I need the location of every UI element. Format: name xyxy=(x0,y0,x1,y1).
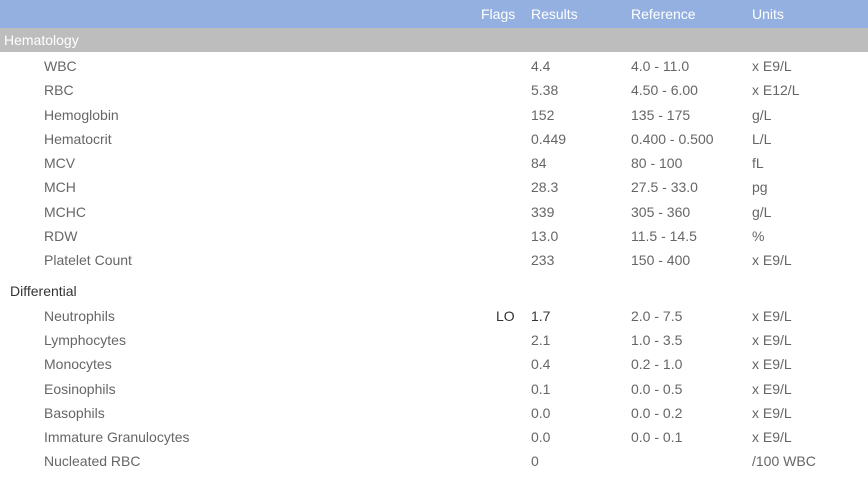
header-reference: Reference xyxy=(631,6,696,22)
result-value: 0.4 xyxy=(531,356,551,373)
header-units: Units xyxy=(752,6,784,22)
table-row: Lymphocytes 2.1 1.0 - 3.5 x E9/L xyxy=(0,333,868,357)
unit-value: x E9/L xyxy=(752,356,792,373)
test-name: Nucleated RBC xyxy=(44,453,141,470)
unit-value: g/L xyxy=(752,106,772,123)
result-value: 5.38 xyxy=(531,82,559,99)
reference-range: 4.0 - 11.0 xyxy=(631,58,690,74)
unit-value: x E9/L xyxy=(752,308,792,324)
reference-range: 27.5 - 33.0 xyxy=(631,179,698,196)
reference-range: 1.0 - 3.5 xyxy=(631,332,683,349)
unit-value: L/L xyxy=(752,130,772,147)
unit-value: x E9/L xyxy=(752,58,792,74)
result-value: 0.0 xyxy=(531,429,551,445)
table-row: Hematocrit 0.449 0.400 - 0.500 L/L xyxy=(0,132,868,156)
reference-range: 135 - 175 xyxy=(631,106,691,123)
result-value: 1.7 xyxy=(531,308,551,324)
table-row: Platelet Count 233 150 - 400 x E9/L xyxy=(0,253,868,277)
unit-value: x E9/L xyxy=(752,429,792,445)
reference-range: 80 - 100 xyxy=(631,155,683,171)
test-name: MCH xyxy=(44,179,76,196)
test-name: Basophils xyxy=(44,404,105,421)
reference-range: 305 - 360 xyxy=(631,203,691,220)
section-hematology: Hematology xyxy=(0,28,868,52)
test-name: MCV xyxy=(44,155,76,171)
table-row: RBC 5.38 4.50 - 6.00 x E12/L xyxy=(0,83,868,107)
result-value: 84 xyxy=(531,155,547,171)
table-row: Immature Granulocytes 0.0 0.0 - 0.1 x E9/L xyxy=(0,430,868,454)
reference-range: 0.0 - 0.2 xyxy=(631,404,683,421)
unit-value: /100 WBC xyxy=(752,453,816,470)
table-row: MCHC 339 305 - 360 g/L xyxy=(0,205,868,229)
test-name: Eosinophils xyxy=(44,380,116,397)
table-row: Eosinophils 0.1 0.0 - 0.5 x E9/L xyxy=(0,382,868,406)
test-name: RDW xyxy=(44,227,78,244)
table-row: MCV 84 80 - 100 fL xyxy=(0,156,868,180)
table-row: RDW 13.0 11.5 - 14.5% xyxy=(0,229,868,253)
table-row: Basophils 0.0 0.0 - 0.2 x E9/L xyxy=(0,406,868,430)
unit-value: fL xyxy=(752,155,764,171)
table-header: Flags Results Reference Units xyxy=(0,0,868,28)
result-value: 4.4 xyxy=(531,58,551,74)
test-name: RBC xyxy=(44,82,74,99)
unit-value: x E9/L xyxy=(752,252,792,268)
reference-range: 150 - 400 xyxy=(631,252,691,268)
test-name: Hematocrit xyxy=(44,130,112,147)
table-row: Monocytes 0.4 0.2 - 1.0 x E9/L xyxy=(0,357,868,381)
table-row: Neutrophils LO 1.7 2.0 - 7.5 x E9/L xyxy=(0,309,868,333)
reference-range: 2.0 - 7.5 xyxy=(631,308,683,324)
reference-range: 11.5 - 14.5 xyxy=(631,227,697,244)
unit-value: x E9/L xyxy=(752,404,792,421)
unit-value: x E9/L xyxy=(752,332,792,349)
result-value: 339 xyxy=(531,203,555,220)
flag-value: LO xyxy=(496,308,515,324)
result-value: 0.449 xyxy=(531,130,567,147)
reference-range: 0.400 - 0.500 xyxy=(631,130,714,147)
unit-value: g/L xyxy=(752,203,772,220)
header-results: Results xyxy=(531,6,578,22)
test-name: MCHC xyxy=(44,203,86,220)
test-name: WBC xyxy=(44,58,77,74)
test-name: Platelet Count xyxy=(44,252,132,268)
test-name: Neutrophils xyxy=(44,308,115,324)
table-row: WBC 4.4 4.0 - 11.0 x E9/L xyxy=(0,59,868,83)
test-name: Lymphocytes xyxy=(44,332,126,349)
result-value: 0.1 xyxy=(531,380,551,397)
unit-value: x E9/L xyxy=(752,380,792,397)
table-row: MCH 28.3 27.5 - 33.0 pg xyxy=(0,180,868,204)
table-row: Hemoglobin 152 135 - 175 g/L xyxy=(0,108,868,132)
result-value: 233 xyxy=(531,252,555,268)
unit-value: x E12/L xyxy=(752,82,800,99)
reference-range: 0.2 - 1.0 xyxy=(631,356,683,373)
test-name: Monocytes xyxy=(44,356,112,373)
result-value: 2.1 xyxy=(531,332,551,349)
result-value: 13.0 xyxy=(531,227,559,244)
result-value: 152 xyxy=(531,106,555,123)
section-title: Hematology xyxy=(4,32,79,48)
result-value: 28.3 xyxy=(531,179,559,196)
reference-range: 0.0 - 0.1 xyxy=(631,429,683,445)
unit-value: pg xyxy=(752,179,768,196)
table-row: Nucleated RBC 0/100 WBC xyxy=(0,454,868,478)
result-value: 0 xyxy=(531,453,539,470)
header-flags: Flags xyxy=(481,6,516,22)
test-name: Immature Granulocytes xyxy=(44,429,190,445)
reference-range: 0.0 - 0.5 xyxy=(631,380,683,397)
test-name: Hemoglobin xyxy=(44,106,119,123)
subsection-differential: Differential xyxy=(10,283,77,299)
reference-range: 4.50 - 6.00 xyxy=(631,82,698,99)
unit-value: % xyxy=(752,227,765,244)
result-value: 0.0 xyxy=(531,404,551,421)
